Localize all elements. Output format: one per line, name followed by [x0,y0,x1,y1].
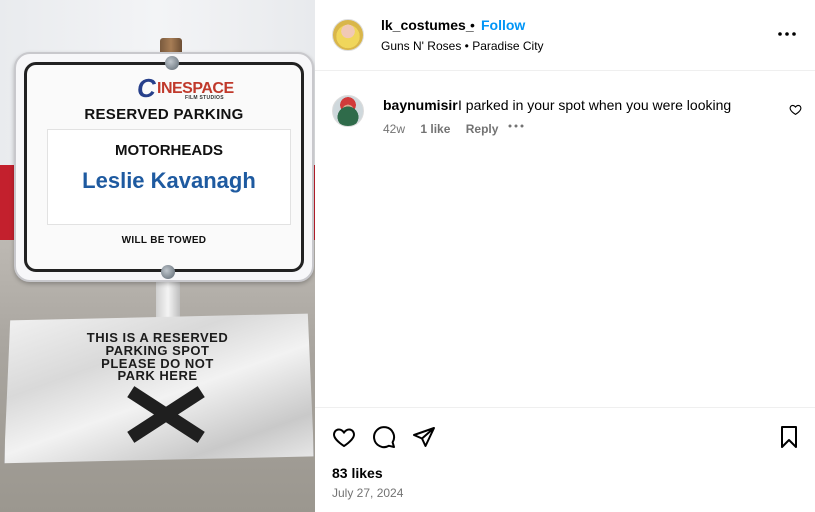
bolt [161,265,175,279]
post-panel: lk_costumes_ • Follow Guns N' Roses • Pa… [315,0,815,512]
sign-footer: WILL BE TOWED [121,235,207,246]
parking-sign: C INESPACE FILM STUDIOS RESERVED PARKING… [14,52,314,282]
sign-title: RESERVED PARKING [84,106,244,123]
owner-username[interactable]: lk_costumes_ [381,17,474,33]
heart-icon[interactable] [332,425,356,449]
cinespace-logo: C INESPACE FILM STUDIOS [137,73,234,103]
comment-age[interactable]: 42w [383,122,405,136]
comment-meta: 42w 1 like Reply [383,122,510,136]
comment-text: I parked in your spot when you were look… [458,97,732,113]
paper-line: PARK HERE [117,368,198,383]
plastic-sleeve [4,313,314,464]
more-horizontal-icon[interactable] [507,120,525,132]
name-label: MOTORHEADS Leslie Kavanagh [47,129,291,225]
sign-group: MOTORHEADS [114,142,224,159]
reply-button[interactable]: Reply [466,122,499,136]
like-count[interactable]: 83 likes [332,465,383,481]
separator-dot: • [470,17,475,33]
bookmark-icon[interactable] [777,425,801,449]
comment-icon[interactable] [372,425,396,449]
sign-name: Leslie Kavanagh [82,168,256,193]
post-photo[interactable]: C INESPACE FILM STUDIOS RESERVED PARKING… [0,0,315,512]
audio-track[interactable]: Guns N' Roses • Paradise City [381,39,544,53]
bolt [165,56,179,70]
follow-button[interactable]: Follow [481,17,525,33]
more-horizontal-icon[interactable] [777,24,797,44]
avatar[interactable] [332,95,364,127]
comment-username[interactable]: baynumisir [383,97,458,113]
heart-icon[interactable] [789,103,802,116]
share-icon[interactable] [412,425,436,449]
sign-border: C INESPACE FILM STUDIOS RESERVED PARKING… [24,62,304,272]
post-date[interactable]: July 27, 2024 [332,486,403,500]
avatar[interactable] [332,19,364,51]
post-header: lk_costumes_ • Follow Guns N' Roses • Pa… [315,0,815,71]
action-bar: 83 likes July 27, 2024 [315,407,815,512]
comment-likes[interactable]: 1 like [420,122,450,136]
